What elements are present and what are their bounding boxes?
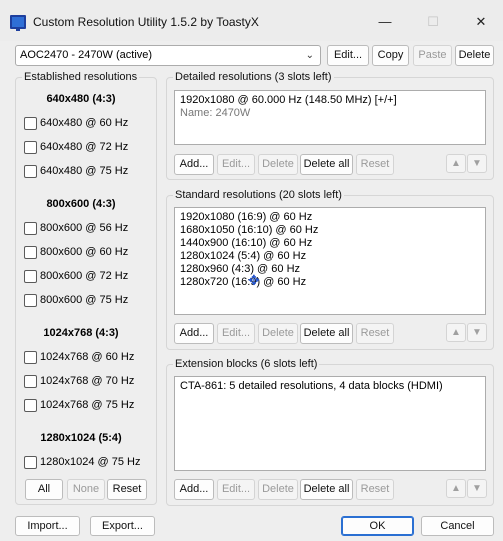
list-item[interactable]: 1280x960 (4:3) @ 60 Hz — [180, 263, 480, 276]
checkbox-box[interactable] — [24, 293, 37, 307]
extension-move-up-icon: ▲ — [446, 479, 466, 498]
section-header-800x600: 800x600 (4:3) — [46, 198, 116, 210]
select-all-button[interactable]: All — [25, 479, 63, 500]
cancel-button[interactable]: Cancel — [421, 516, 494, 536]
established-resolutions-label: Established resolutions — [22, 71, 140, 83]
copy-button[interactable]: Copy — [372, 45, 409, 66]
delete-display-button[interactable]: Delete — [455, 45, 494, 66]
checkbox-box[interactable] — [24, 116, 37, 130]
list-item[interactable]: 1680x1050 (16:10) @ 60 Hz — [180, 224, 480, 237]
extension-delete-button: Delete — [258, 479, 298, 500]
close-button[interactable]: ✕ — [461, 10, 501, 34]
checkbox-box[interactable] — [24, 350, 37, 364]
chevron-down-icon: ⌄ — [305, 50, 314, 61]
checkbox-box[interactable] — [24, 374, 37, 388]
standard-delete-button: Delete — [258, 323, 298, 344]
list-item-detail: Name: 2470W — [180, 107, 251, 119]
checkbox-640x480-75[interactable]: 640x480 @ 75 Hz — [24, 164, 128, 178]
extension-add-button[interactable]: Add... — [174, 479, 214, 500]
text-cursor-icon: ✥ — [248, 272, 260, 288]
paste-button: Paste — [413, 45, 452, 66]
standard-edit-button: Edit... — [217, 323, 255, 344]
standard-delete-all-button[interactable]: Delete all — [300, 323, 353, 344]
list-item[interactable]: 1920x1080 (16:9) @ 60 Hz — [180, 211, 480, 224]
standard-resolutions-label: Standard resolutions (20 slots left) — [173, 189, 344, 201]
checkbox-1280x1024-75[interactable]: 1280x1024 @ 75 Hz — [24, 455, 140, 469]
detailed-resolutions-label: Detailed resolutions (3 slots left) — [173, 71, 334, 83]
checkbox-800x600-56[interactable]: 800x600 @ 56 Hz — [24, 221, 128, 235]
checkbox-box[interactable] — [24, 269, 37, 283]
standard-move-down-icon: ▼ — [467, 323, 487, 342]
section-header-1024x768: 1024x768 (4:3) — [43, 327, 119, 339]
checkbox-1024x768-70[interactable]: 1024x768 @ 70 Hz — [24, 374, 134, 388]
section-header-640x480: 640x480 (4:3) — [46, 93, 116, 105]
checkbox-box[interactable] — [24, 221, 37, 235]
title-bar: Custom Resolution Utility 1.5.2 by Toast… — [0, 0, 503, 41]
ok-button[interactable]: OK — [341, 516, 414, 536]
standard-resolutions-list[interactable]: 1920x1080 (16:9) @ 60 Hz 1680x1050 (16:1… — [174, 207, 486, 315]
checkbox-1024x768-75[interactable]: 1024x768 @ 75 Hz — [24, 398, 134, 412]
extension-edit-button: Edit... — [217, 479, 255, 500]
extension-delete-all-button[interactable]: Delete all — [300, 479, 353, 500]
checkbox-box[interactable] — [24, 455, 37, 469]
detailed-edit-button: Edit... — [217, 154, 255, 175]
standard-add-button[interactable]: Add... — [174, 323, 214, 344]
checkbox-800x600-60[interactable]: 800x600 @ 60 Hz — [24, 245, 128, 259]
list-item[interactable]: 1920x1080 @ 60.000 Hz (148.50 MHz) [+/+] — [180, 94, 480, 107]
checkbox-box[interactable] — [24, 245, 37, 259]
extension-reset-button: Reset — [356, 479, 394, 500]
display-select[interactable]: AOC2470 - 2470W (active) ⌄ — [15, 45, 321, 66]
list-item[interactable]: CTA-861: 5 detailed resolutions, 4 data … — [180, 380, 480, 393]
section-header-1280x1024: 1280x1024 (5:4) — [40, 432, 122, 444]
detailed-delete-all-button[interactable]: Delete all — [300, 154, 353, 175]
detailed-resolutions-list[interactable]: 1920x1080 @ 60.000 Hz (148.50 MHz) [+/+]… — [174, 90, 486, 145]
list-item[interactable]: 1280x1024 (5:4) @ 60 Hz — [180, 250, 480, 263]
export-button[interactable]: Export... — [90, 516, 155, 536]
detailed-move-up-icon: ▲ — [446, 154, 466, 173]
detailed-delete-button: Delete — [258, 154, 298, 175]
checkbox-box[interactable] — [24, 164, 37, 178]
display-select-value: AOC2470 - 2470W (active) — [20, 49, 153, 61]
extension-blocks-list[interactable]: CTA-861: 5 detailed resolutions, 4 data … — [174, 376, 486, 471]
checkbox-800x600-72[interactable]: 800x600 @ 72 Hz — [24, 269, 128, 283]
select-none-button: None — [67, 479, 105, 500]
checkbox-box[interactable] — [24, 398, 37, 412]
detailed-move-down-icon: ▼ — [467, 154, 487, 173]
checkbox-640x480-60[interactable]: 640x480 @ 60 Hz — [24, 116, 128, 130]
checkbox-800x600-75[interactable]: 800x600 @ 75 Hz — [24, 293, 128, 307]
minimize-button[interactable]: — — [365, 10, 405, 34]
extension-blocks-label: Extension blocks (6 slots left) — [173, 358, 320, 370]
detailed-reset-button: Reset — [356, 154, 394, 175]
established-reset-button[interactable]: Reset — [107, 479, 147, 500]
list-item[interactable]: 1440x900 (16:10) @ 60 Hz — [180, 237, 480, 250]
window-title: Custom Resolution Utility 1.5.2 by Toast… — [33, 15, 259, 29]
edit-display-button[interactable]: Edit... — [327, 45, 369, 66]
monitor-icon — [10, 15, 26, 31]
standard-move-up-icon: ▲ — [446, 323, 466, 342]
checkbox-640x480-72[interactable]: 640x480 @ 72 Hz — [24, 140, 128, 154]
extension-move-down-icon: ▼ — [467, 479, 487, 498]
checkbox-box[interactable] — [24, 140, 37, 154]
maximize-button: ☐ — [427, 14, 439, 29]
standard-reset-button: Reset — [356, 323, 394, 344]
list-item[interactable]: 1280x720 (16:9) @ 60 Hz — [180, 276, 480, 289]
detailed-add-button[interactable]: Add... — [174, 154, 214, 175]
import-button[interactable]: Import... — [15, 516, 80, 536]
checkbox-1024x768-60[interactable]: 1024x768 @ 60 Hz — [24, 350, 134, 364]
